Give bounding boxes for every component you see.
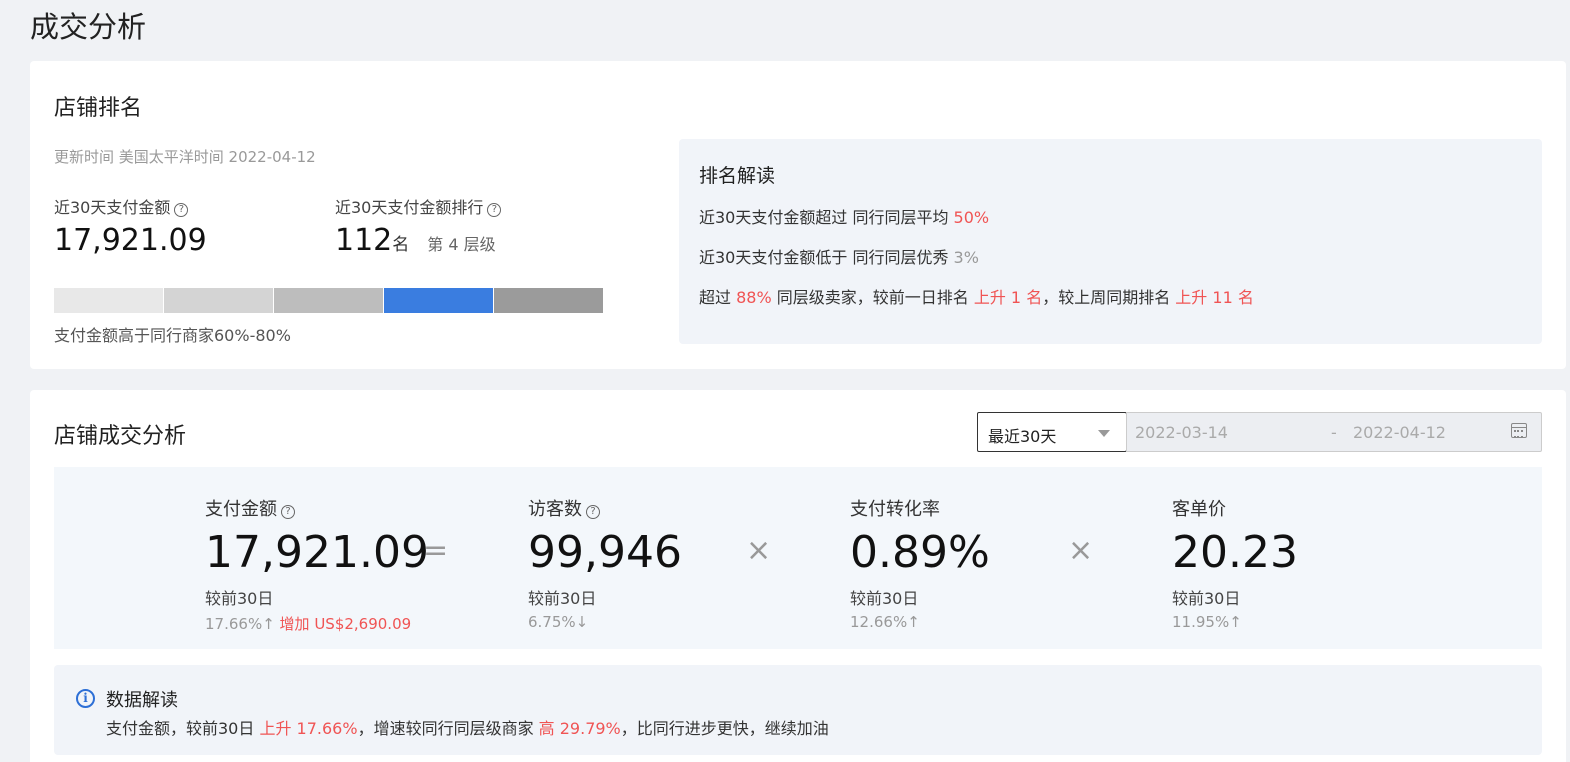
- interp-text: 近30天支付金额低于 同行同层优秀: [699, 248, 954, 267]
- page-title: 成交分析: [30, 10, 147, 44]
- interp-text: ，增速较同行同层级商家: [357, 719, 539, 738]
- times-operator: ×: [1068, 533, 1094, 568]
- metrics-box: 支付金额? 17,921.09 较前30日 17.66%↑ 增加 US$2,69…: [54, 467, 1542, 649]
- metric-change: 17.66%↑ 增加 US$2,690.09: [205, 613, 429, 634]
- chevron-down-icon: [1098, 430, 1110, 437]
- tier-segment-2: [164, 288, 273, 313]
- interp-highlight: 高 29.79%: [538, 719, 621, 738]
- metric-unit-price: 客单价 20.23 较前30日 11.95%↑: [1172, 495, 1298, 631]
- interp-highlight: 上升 11 名: [1175, 288, 1254, 307]
- tier-note: 支付金额高于同行商家60%-80%: [54, 326, 291, 345]
- data-interp-title: 数据解读: [106, 690, 178, 711]
- rank-interp-title: 排名解读: [699, 165, 776, 187]
- metric-change: 6.75%↓: [528, 613, 589, 631]
- rank-interp-line-3: 超过 88% 同层级卖家，较前一日排名 上升 1 名，较上周同期排名 上升 11…: [699, 284, 1254, 308]
- metric-visitors: 访客数? 99,946 较前30日 6.75%↓: [528, 495, 682, 631]
- times-operator: ×: [746, 533, 772, 568]
- data-interp-box: i 数据解读 支付金额，较前30日 上升 17.66%，增速较同行同层级商家 高…: [54, 665, 1542, 755]
- interp-text: 超过: [699, 288, 737, 307]
- metric-value: 0.89%: [850, 527, 990, 578]
- metric-label-text: 访客数: [528, 499, 582, 520]
- interp-highlight: 3%: [953, 248, 979, 267]
- metric-value: 99,946: [528, 527, 682, 578]
- date-start[interactable]: 2022-03-14: [1135, 423, 1228, 442]
- rank-tier: 第 4 层级: [427, 235, 496, 254]
- rank-unit: 名: [392, 235, 410, 255]
- range-select[interactable]: 最近30天: [977, 412, 1127, 452]
- help-icon[interactable]: ?: [281, 505, 295, 519]
- calendar-icon[interactable]: [1511, 423, 1527, 438]
- metric-label: 访客数?: [528, 495, 682, 521]
- amount-value: 17,921.09: [54, 223, 207, 258]
- metric-label: 支付转化率: [850, 499, 940, 520]
- amount-label: 近30天支付金额?: [54, 194, 189, 218]
- metric-compare: 较前30日: [1172, 589, 1241, 608]
- metric-label: 客单价: [1172, 499, 1226, 520]
- deal-analysis-card: 店铺成交分析 最近30天 2022-03-14 - 2022-04-12 支付金…: [30, 390, 1566, 762]
- update-time: 更新时间 美国太平洋时间 2022-04-12: [54, 148, 316, 166]
- metric-value: 20.23: [1172, 527, 1298, 578]
- store-rank-card: 店铺排名 更新时间 美国太平洋时间 2022-04-12 近30天支付金额? 1…: [30, 61, 1566, 369]
- interp-text: 近30天支付金额超过 同行同层平均: [699, 208, 954, 227]
- info-icon: i: [76, 689, 95, 708]
- equals-operator: =: [423, 533, 449, 568]
- deal-analysis-title: 店铺成交分析: [54, 424, 187, 449]
- tier-segment-1: [54, 288, 163, 313]
- metric-value: 17,921.09: [205, 527, 429, 578]
- rank-interp-box: 排名解读 近30天支付金额超过 同行同层平均 50% 近30天支付金额低于 同行…: [679, 139, 1542, 344]
- interp-text: ，较上周同期排名: [1042, 288, 1176, 307]
- store-rank-title: 店铺排名: [54, 96, 143, 121]
- rank-label: 近30天支付金额排行?: [335, 194, 502, 218]
- metric-compare: 较前30日: [205, 589, 274, 608]
- metric-compare: 较前30日: [850, 589, 919, 608]
- metric-change-extra: 增加 US$2,690.09: [279, 615, 412, 633]
- date-separator: -: [1331, 423, 1337, 442]
- tier-bar: [54, 288, 603, 313]
- rank-label-text: 近30天支付金额排行: [335, 198, 484, 217]
- rank-value: 112名第 4 层级: [335, 223, 496, 258]
- interp-text: ，比同行进步更快，继续加油: [620, 719, 829, 738]
- tier-segment-5: [494, 288, 603, 313]
- date-range-picker[interactable]: 2022-03-14 - 2022-04-12: [1126, 412, 1542, 452]
- metric-change: 11.95%↑: [1172, 613, 1242, 631]
- interp-highlight: 50%: [953, 208, 990, 227]
- help-icon[interactable]: ?: [586, 505, 600, 519]
- data-interp-text: 支付金额，较前30日 上升 17.66%，增速较同行同层级商家 高 29.79%…: [106, 715, 829, 739]
- metric-conversion: 支付转化率 0.89% 较前30日 12.66%↑: [850, 495, 990, 631]
- metric-label: 支付金额?: [205, 495, 429, 521]
- rank-interp-line-1: 近30天支付金额超过 同行同层平均 50%: [699, 204, 989, 228]
- help-icon[interactable]: ?: [487, 203, 502, 217]
- interp-highlight: 上升 1 名: [973, 288, 1043, 307]
- tier-segment-4: [384, 288, 493, 313]
- metric-change: 12.66%↑: [850, 613, 920, 631]
- interp-text: 支付金额，较前30日: [106, 719, 260, 738]
- metric-change-value: 17.66%↑: [205, 615, 275, 633]
- rank-number: 112: [335, 223, 393, 258]
- rank-interp-line-2: 近30天支付金额低于 同行同层优秀 3%: [699, 244, 979, 268]
- date-end[interactable]: 2022-04-12: [1353, 423, 1446, 442]
- metric-compare: 较前30日: [528, 589, 597, 608]
- range-select-value: 最近30天: [988, 427, 1057, 446]
- help-icon[interactable]: ?: [174, 203, 189, 217]
- interp-highlight: 上升 17.66%: [259, 719, 358, 738]
- tier-segment-3: [274, 288, 383, 313]
- metric-label-text: 支付金额: [205, 499, 277, 520]
- interp-text: 同层级卖家，较前一日排名: [771, 288, 974, 307]
- interp-highlight: 88%: [736, 288, 772, 307]
- amount-label-text: 近30天支付金额: [54, 198, 171, 217]
- metric-pay-amount: 支付金额? 17,921.09 较前30日 17.66%↑ 增加 US$2,69…: [205, 495, 429, 634]
